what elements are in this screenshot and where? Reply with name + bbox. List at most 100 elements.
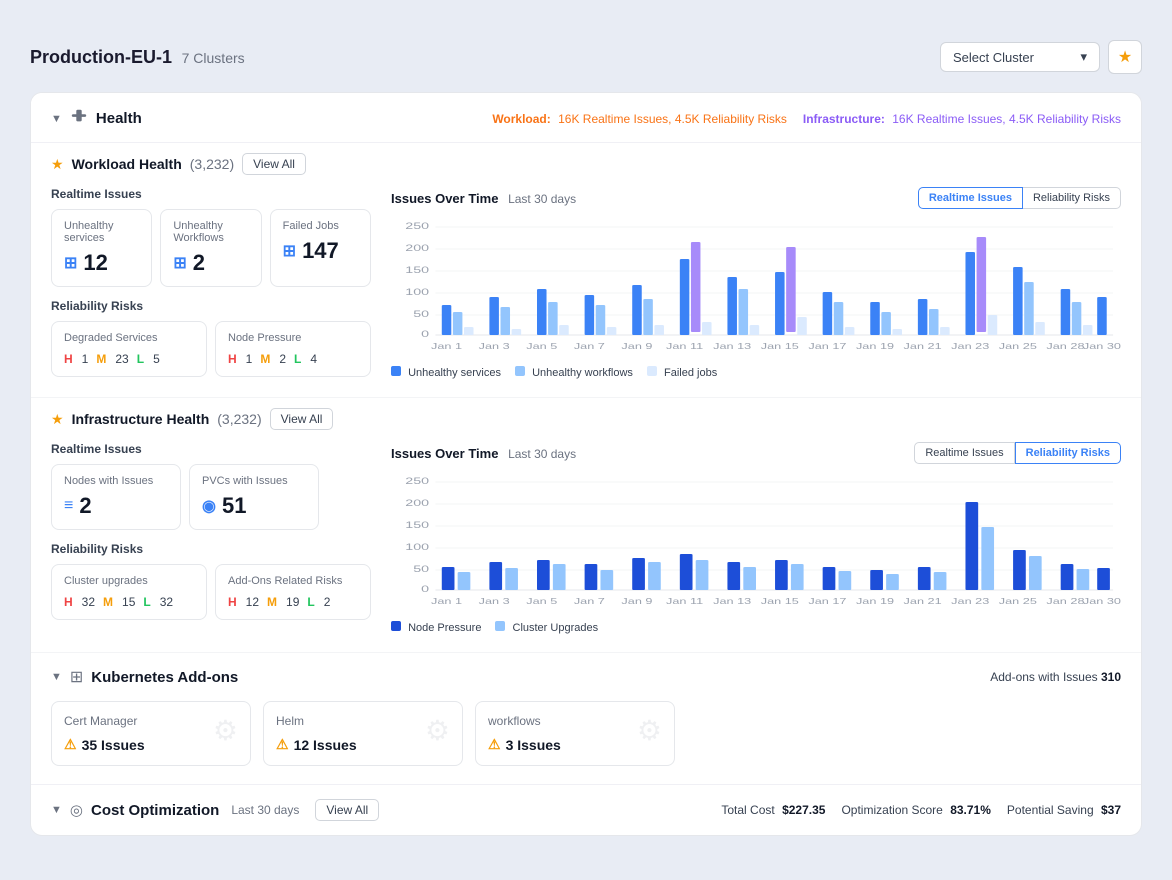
risk-cards: Degraded Services H 1 M 23 L 5 Nod	[51, 321, 371, 377]
svg-text:50: 50	[413, 564, 429, 575]
cost-optimization-section: ▼ ◎ Cost Optimization Last 30 days View …	[31, 785, 1141, 835]
svg-text:100: 100	[405, 542, 429, 553]
addons-low: L	[307, 595, 314, 609]
helm-warn-icon: ⚠	[276, 736, 289, 753]
svg-text:Jan 9: Jan 9	[621, 597, 652, 606]
high-count: 1	[82, 352, 89, 366]
workload-chart-header: Issues Over Time Last 30 days Realtime I…	[391, 187, 1121, 209]
svg-text:200: 200	[405, 498, 429, 509]
svg-text:100: 100	[405, 287, 429, 298]
cost-meta: Total Cost $227.35 Optimization Score 83…	[721, 803, 1121, 817]
health-icon	[70, 107, 88, 130]
cluster-low-count: 32	[160, 595, 173, 609]
svg-text:Jan 15: Jan 15	[761, 597, 799, 606]
workload-view-all-button[interactable]: View All	[242, 153, 306, 175]
workload-health-count: (3,232)	[190, 156, 234, 172]
low-badge: L	[137, 352, 144, 366]
realtime-issues-tab[interactable]: Realtime Issues	[918, 187, 1023, 209]
workload-health-body: Realtime Issues Unhealthy services ⊞ 12 …	[51, 187, 1121, 379]
cluster-upgrades-card: Cluster upgrades H 32 M 15 L 32	[51, 564, 207, 620]
workload-chart-tabs: Realtime Issues Reliability Risks	[918, 187, 1121, 209]
infra-chart-panel: Issues Over Time Last 30 days Realtime I…	[391, 442, 1121, 634]
svg-text:Jan 23: Jan 23	[951, 342, 989, 351]
svg-text:Jan 17: Jan 17	[808, 597, 846, 606]
cluster-badges: H 32 M 15 L 32	[64, 595, 194, 609]
failed-jobs-card: Failed Jobs ⊞ 147	[270, 209, 371, 287]
infra-view-all-button[interactable]: View All	[270, 408, 334, 430]
workflows-warn-icon: ⚠	[488, 736, 501, 753]
svg-text:Jan 21: Jan 21	[904, 342, 942, 351]
realtime-metric-cards: Unhealthy services ⊞ 12 Unhealthy Workfl…	[51, 209, 371, 287]
svg-text:Jan 1: Jan 1	[431, 342, 462, 351]
svg-text:Jan 15: Jan 15	[761, 342, 799, 351]
svg-text:0: 0	[421, 584, 429, 595]
infra-chart-title-group: Issues Over Time Last 30 days	[391, 446, 576, 461]
cost-collapse-button[interactable]: ▼	[51, 804, 62, 816]
select-cluster-dropdown[interactable]: Select Cluster ▾	[940, 42, 1100, 72]
unhealthy-workflows-value: ⊞ 2	[173, 250, 248, 276]
unhealthy-services-card: Unhealthy services ⊞ 12	[51, 209, 152, 287]
page-header: Production-EU-1 7 Clusters Select Cluste…	[30, 30, 1142, 92]
node-high-badge: H	[228, 352, 237, 366]
reliability-risks-tab[interactable]: Reliability Risks	[1023, 187, 1121, 209]
workload-left-panel: Realtime Issues Unhealthy services ⊞ 12 …	[51, 187, 371, 379]
infra-health-count: (3,232)	[217, 411, 261, 427]
workload-star-icon: ★	[51, 156, 64, 173]
warn-icon: ⚠	[64, 736, 77, 753]
infra-summary: Infrastructure: 16K Realtime Issues, 4.5…	[803, 112, 1121, 126]
svg-text:Jan 23: Jan 23	[951, 597, 989, 606]
pvcs-icon: ◉	[202, 496, 216, 516]
svg-text:Jan 21: Jan 21	[904, 597, 942, 606]
addons-content: ▼ ⊞ Kubernetes Add-ons Add-ons with Issu…	[31, 653, 1141, 784]
addons-high-count: 12	[246, 595, 259, 609]
health-collapse-button[interactable]: ▼	[51, 113, 62, 125]
svg-text:50: 50	[413, 309, 429, 320]
infra-reliability-label: Reliability Risks	[51, 542, 371, 556]
addons-collapse-button[interactable]: ▼	[51, 671, 62, 683]
kubernetes-addons-section: ▼ ⊞ Kubernetes Add-ons Add-ons with Issu…	[31, 653, 1141, 785]
cost-title: Cost Optimization	[91, 802, 219, 819]
degraded-badges: H 1 M 23 L 5	[64, 352, 194, 366]
addons-risks-card: Add-Ons Related Risks H 12 M 19 L 2	[215, 564, 371, 620]
jobs-icon: ⊞	[283, 241, 296, 261]
svg-text:200: 200	[405, 243, 429, 254]
workflows-issues: ⚠ 3 Issues	[488, 736, 561, 753]
svg-text:Jan 19: Jan 19	[856, 597, 894, 606]
svg-text:Jan 7: Jan 7	[574, 342, 605, 351]
failed-jobs-value: ⊞ 147	[283, 238, 358, 264]
low-count: 5	[153, 352, 160, 366]
node-pressure-badges: H 1 M 2 L 4	[228, 352, 358, 366]
med-count: 23	[115, 352, 128, 366]
cost-view-all-button[interactable]: View All	[315, 799, 379, 821]
infra-health-header: ★ Infrastructure Health (3,232) View All	[51, 408, 1121, 430]
workflows-info: workflows ⚠ 3 Issues	[488, 714, 561, 753]
svg-text:Jan 11: Jan 11	[666, 342, 703, 351]
page-title-group: Production-EU-1 7 Clusters	[30, 47, 245, 68]
cluster-high-count: 32	[82, 595, 95, 609]
addons-med-count: 19	[286, 595, 299, 609]
svg-text:Jan 30: Jan 30	[1083, 597, 1121, 606]
addons-section-header: ▼ ⊞ Kubernetes Add-ons Add-ons with Issu…	[51, 667, 1121, 687]
legend-cluster-upgrades: Cluster Upgrades	[495, 621, 598, 634]
svg-text:Jan 3: Jan 3	[479, 597, 510, 606]
cert-manager-issues: ⚠ 35 Issues	[64, 736, 145, 753]
helm-info: Helm ⚠ 12 Issues	[276, 714, 357, 753]
infra-reliability-tab[interactable]: Reliability Risks	[1015, 442, 1121, 464]
infra-risk-cards: Cluster upgrades H 32 M 15 L 32 Ad	[51, 564, 371, 620]
helm-card: Helm ⚠ 12 Issues ⚙	[263, 701, 463, 766]
svg-text:Jan 9: Jan 9	[621, 342, 652, 351]
cost-period: Last 30 days	[231, 803, 299, 817]
infra-metric-cards: Nodes with Issues ≡ 2 PVCs with Issues ◉…	[51, 464, 371, 530]
addons-title: Kubernetes Add-ons	[91, 669, 238, 686]
health-title: Health	[96, 110, 142, 127]
workload-bar-chart: 250 200 150 100 50 0	[391, 217, 1121, 357]
workload-chart-title-group: Issues Over Time Last 30 days	[391, 191, 576, 206]
pvcs-issues-card: PVCs with Issues ◉ 51	[189, 464, 319, 530]
unhealthy-services-value: ⊞ 12	[64, 250, 139, 276]
svg-text:0: 0	[421, 329, 429, 340]
svg-text:Jan 1: Jan 1	[431, 597, 462, 606]
infra-realtime-tab[interactable]: Realtime Issues	[914, 442, 1014, 464]
addons-med: M	[267, 595, 277, 609]
workload-summary: Workload: 16K Realtime Issues, 4.5K Reli…	[492, 112, 787, 126]
bookmark-button[interactable]: ★	[1108, 40, 1142, 74]
